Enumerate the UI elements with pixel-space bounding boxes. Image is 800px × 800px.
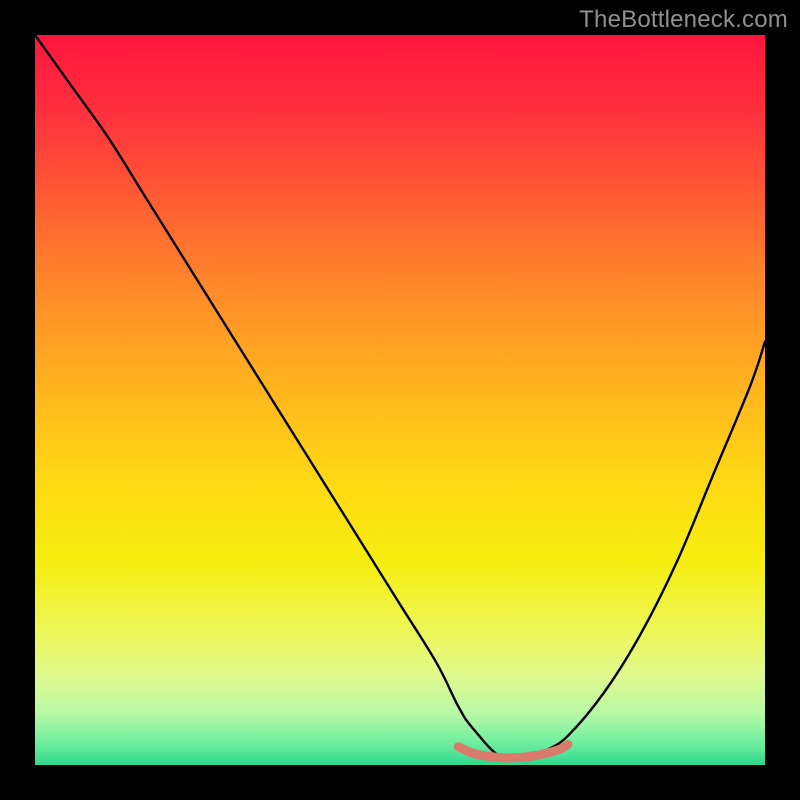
bottleneck-curve bbox=[35, 35, 765, 760]
curve-layer bbox=[35, 35, 765, 765]
chart-frame: TheBottleneck.com bbox=[0, 0, 800, 800]
plot-area bbox=[35, 35, 765, 765]
watermark-text: TheBottleneck.com bbox=[579, 6, 788, 34]
